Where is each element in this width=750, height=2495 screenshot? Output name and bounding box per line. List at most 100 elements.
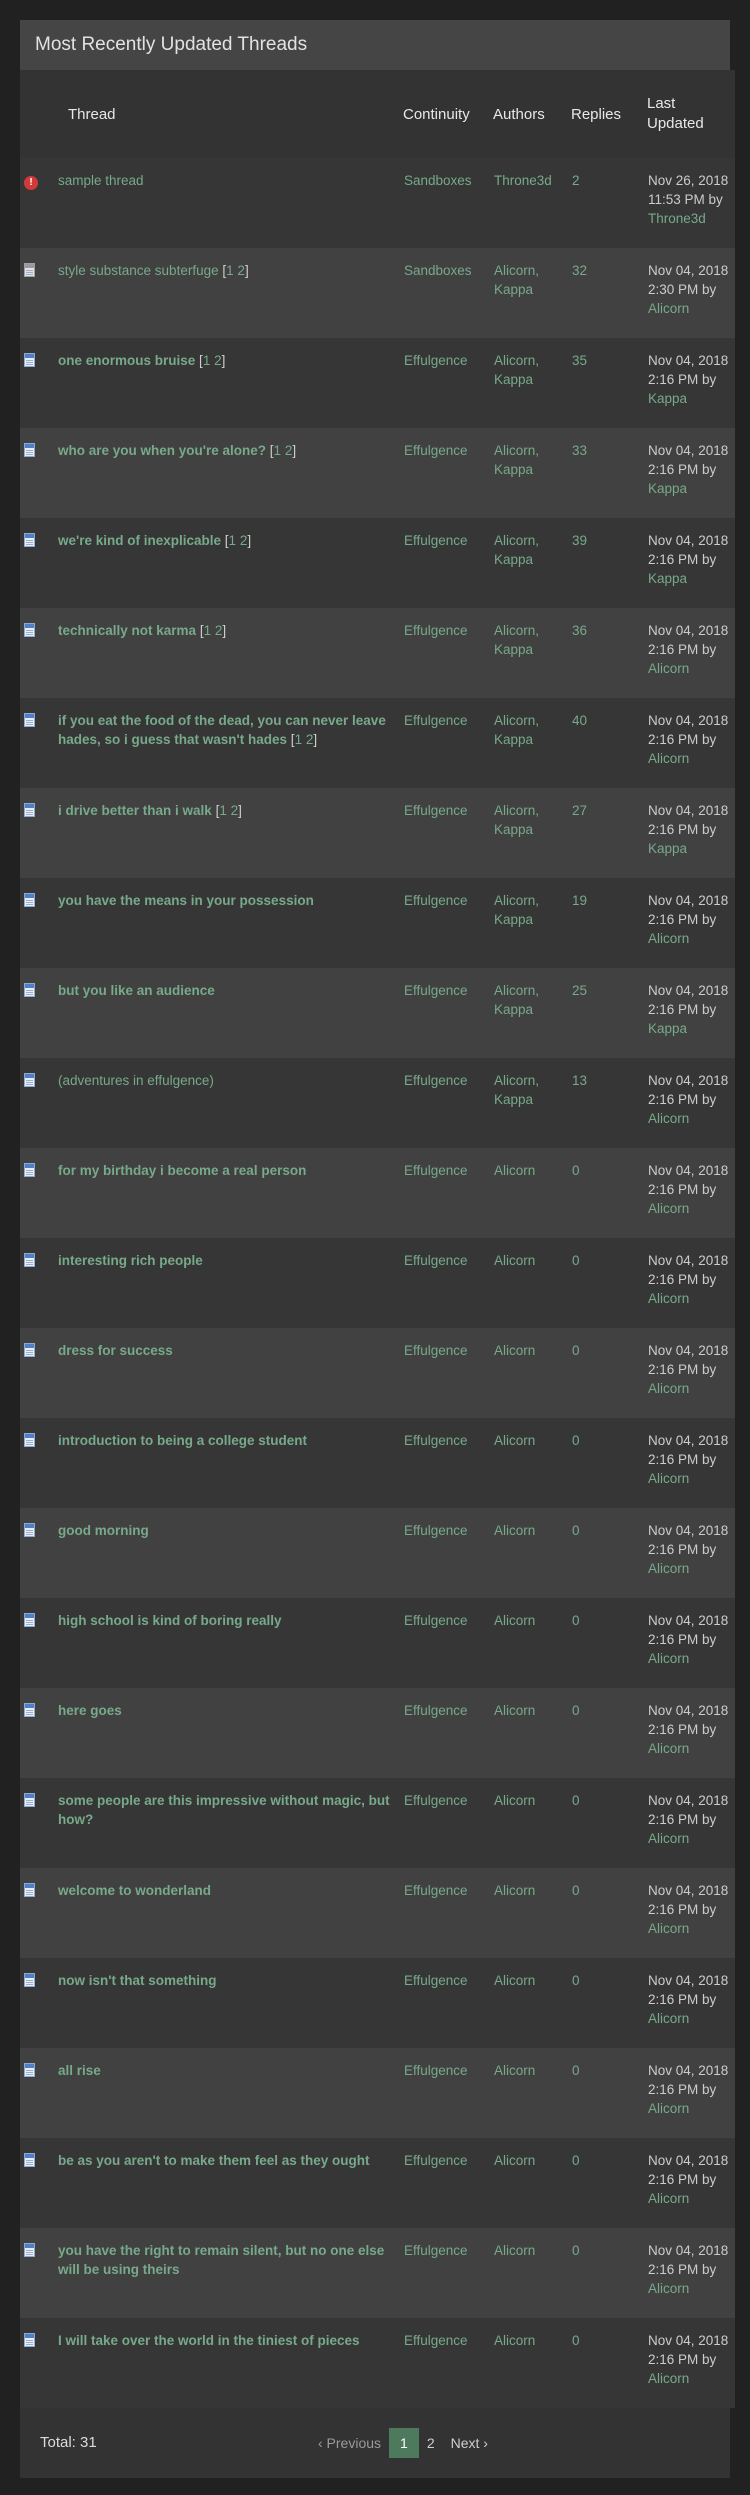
authors-link[interactable]: Alicorn, Kappa bbox=[494, 533, 539, 567]
last-updated-user-link[interactable]: Kappa bbox=[648, 1021, 687, 1036]
last-updated-user-link[interactable]: Alicorn bbox=[648, 1561, 689, 1576]
continuity-link[interactable]: Effulgence bbox=[404, 803, 468, 818]
thread-title-link[interactable]: here goes bbox=[58, 1703, 122, 1718]
authors-link[interactable]: Alicorn bbox=[494, 2063, 535, 2078]
last-updated-user-link[interactable]: Alicorn bbox=[648, 1831, 689, 1846]
continuity-link[interactable]: Effulgence bbox=[404, 1523, 468, 1538]
replies-link[interactable]: 0 bbox=[572, 1433, 580, 1448]
authors-link[interactable]: Alicorn, Kappa bbox=[494, 803, 539, 837]
continuity-link[interactable]: Effulgence bbox=[404, 443, 468, 458]
authors-link[interactable]: Alicorn bbox=[494, 1523, 535, 1538]
continuity-link[interactable]: Effulgence bbox=[404, 353, 468, 368]
thread-title-link[interactable]: dress for success bbox=[58, 1343, 173, 1358]
last-updated-user-link[interactable]: Kappa bbox=[648, 571, 687, 586]
thread-page-link[interactable]: 1 bbox=[226, 263, 234, 278]
authors-link[interactable]: Alicorn, Kappa bbox=[494, 263, 539, 297]
authors-link[interactable]: Alicorn bbox=[494, 2243, 535, 2258]
replies-link[interactable]: 36 bbox=[572, 623, 587, 638]
last-updated-user-link[interactable]: Alicorn bbox=[648, 1111, 689, 1126]
replies-link[interactable]: 33 bbox=[572, 443, 587, 458]
thread-title-link[interactable]: be as you aren't to make them feel as th… bbox=[58, 2153, 370, 2168]
thread-title-link[interactable]: introduction to being a college student bbox=[58, 1433, 307, 1448]
replies-link[interactable]: 0 bbox=[572, 2243, 580, 2258]
thread-page-link[interactable]: 2 bbox=[306, 732, 314, 747]
replies-link[interactable]: 0 bbox=[572, 1883, 580, 1898]
authors-link[interactable]: Alicorn, Kappa bbox=[494, 713, 539, 747]
continuity-link[interactable]: Effulgence bbox=[404, 623, 468, 638]
authors-link[interactable]: Alicorn, Kappa bbox=[494, 353, 539, 387]
last-updated-user-link[interactable]: Alicorn bbox=[648, 661, 689, 676]
replies-link[interactable]: 0 bbox=[572, 1343, 580, 1358]
page-link[interactable]: 2 bbox=[419, 2428, 443, 2458]
last-updated-user-link[interactable]: Alicorn bbox=[648, 2371, 689, 2386]
replies-link[interactable]: 0 bbox=[572, 1523, 580, 1538]
authors-link[interactable]: Alicorn bbox=[494, 1703, 535, 1718]
continuity-link[interactable]: Effulgence bbox=[404, 1973, 468, 1988]
continuity-link[interactable]: Effulgence bbox=[404, 2243, 468, 2258]
last-updated-user-link[interactable]: Alicorn bbox=[648, 1201, 689, 1216]
replies-link[interactable]: 19 bbox=[572, 893, 587, 908]
last-updated-user-link[interactable]: Alicorn bbox=[648, 2281, 689, 2296]
replies-link[interactable]: 2 bbox=[572, 173, 580, 188]
last-updated-user-link[interactable]: Alicorn bbox=[648, 2011, 689, 2026]
replies-link[interactable]: 0 bbox=[572, 1793, 580, 1808]
continuity-link[interactable]: Effulgence bbox=[404, 983, 468, 998]
thread-title-link[interactable]: who are you when you're alone? bbox=[58, 443, 266, 458]
authors-link[interactable]: Alicorn bbox=[494, 1433, 535, 1448]
thread-page-link[interactable]: 1 bbox=[274, 443, 282, 458]
continuity-link[interactable]: Effulgence bbox=[404, 1433, 468, 1448]
authors-link[interactable]: Alicorn, Kappa bbox=[494, 1073, 539, 1107]
continuity-link[interactable]: Effulgence bbox=[404, 893, 468, 908]
thread-title-link[interactable]: some people are this impressive without … bbox=[58, 1793, 390, 1827]
thread-title-link[interactable]: one enormous bruise bbox=[58, 353, 195, 368]
continuity-link[interactable]: Effulgence bbox=[404, 713, 468, 728]
authors-link[interactable]: Alicorn, Kappa bbox=[494, 983, 539, 1017]
continuity-link[interactable]: Effulgence bbox=[404, 1613, 468, 1628]
authors-link[interactable]: Alicorn bbox=[494, 2333, 535, 2348]
last-updated-user-link[interactable]: Alicorn bbox=[648, 751, 689, 766]
thread-title-link[interactable]: high school is kind of boring really bbox=[58, 1613, 282, 1628]
thread-page-link[interactable]: 1 bbox=[219, 803, 227, 818]
continuity-link[interactable]: Effulgence bbox=[404, 2333, 468, 2348]
last-updated-user-link[interactable]: Alicorn bbox=[648, 1921, 689, 1936]
last-updated-user-link[interactable]: Alicorn bbox=[648, 301, 689, 316]
thread-title-link[interactable]: sample thread bbox=[58, 173, 144, 188]
authors-link[interactable]: Alicorn bbox=[494, 1793, 535, 1808]
last-updated-user-link[interactable]: Throne3d bbox=[648, 211, 706, 226]
next-page-link[interactable]: Next › bbox=[443, 2428, 496, 2458]
thread-title-link[interactable]: (adventures in effulgence) bbox=[58, 1073, 214, 1088]
replies-link[interactable]: 32 bbox=[572, 263, 587, 278]
continuity-link[interactable]: Effulgence bbox=[404, 1073, 468, 1088]
continuity-link[interactable]: Effulgence bbox=[404, 1703, 468, 1718]
authors-link[interactable]: Alicorn bbox=[494, 1253, 535, 1268]
last-updated-user-link[interactable]: Kappa bbox=[648, 481, 687, 496]
thread-title-link[interactable]: all rise bbox=[58, 2063, 101, 2078]
authors-link[interactable]: Alicorn bbox=[494, 1883, 535, 1898]
thread-title-link[interactable]: technically not karma bbox=[58, 623, 196, 638]
thread-title-link[interactable]: interesting rich people bbox=[58, 1253, 203, 1268]
thread-title-link[interactable]: welcome to wonderland bbox=[58, 1883, 211, 1898]
thread-page-link[interactable]: 1 bbox=[204, 623, 212, 638]
thread-title-link[interactable]: now isn't that something bbox=[58, 1973, 216, 1988]
last-updated-user-link[interactable]: Alicorn bbox=[648, 1471, 689, 1486]
authors-link[interactable]: Throne3d bbox=[494, 173, 552, 188]
authors-link[interactable]: Alicorn bbox=[494, 1613, 535, 1628]
continuity-link[interactable]: Effulgence bbox=[404, 2063, 468, 2078]
replies-link[interactable]: 0 bbox=[572, 1253, 580, 1268]
replies-link[interactable]: 39 bbox=[572, 533, 587, 548]
thread-title-link[interactable]: style substance subterfuge bbox=[58, 263, 219, 278]
continuity-link[interactable]: Effulgence bbox=[404, 1253, 468, 1268]
last-updated-user-link[interactable]: Kappa bbox=[648, 841, 687, 856]
page-link-current[interactable]: 1 bbox=[389, 2428, 419, 2458]
last-updated-user-link[interactable]: Alicorn bbox=[648, 2191, 689, 2206]
continuity-link[interactable]: Effulgence bbox=[404, 1883, 468, 1898]
continuity-link[interactable]: Effulgence bbox=[404, 1793, 468, 1808]
thread-page-link[interactable]: 2 bbox=[214, 353, 222, 368]
replies-link[interactable]: 27 bbox=[572, 803, 587, 818]
thread-title-link[interactable]: you have the right to remain silent, but… bbox=[58, 2243, 384, 2277]
thread-page-link[interactable]: 1 bbox=[229, 533, 237, 548]
authors-link[interactable]: Alicorn, Kappa bbox=[494, 443, 539, 477]
thread-title-link[interactable]: if you eat the food of the dead, you can… bbox=[58, 713, 386, 747]
replies-link[interactable]: 0 bbox=[572, 2153, 580, 2168]
replies-link[interactable]: 0 bbox=[572, 1613, 580, 1628]
